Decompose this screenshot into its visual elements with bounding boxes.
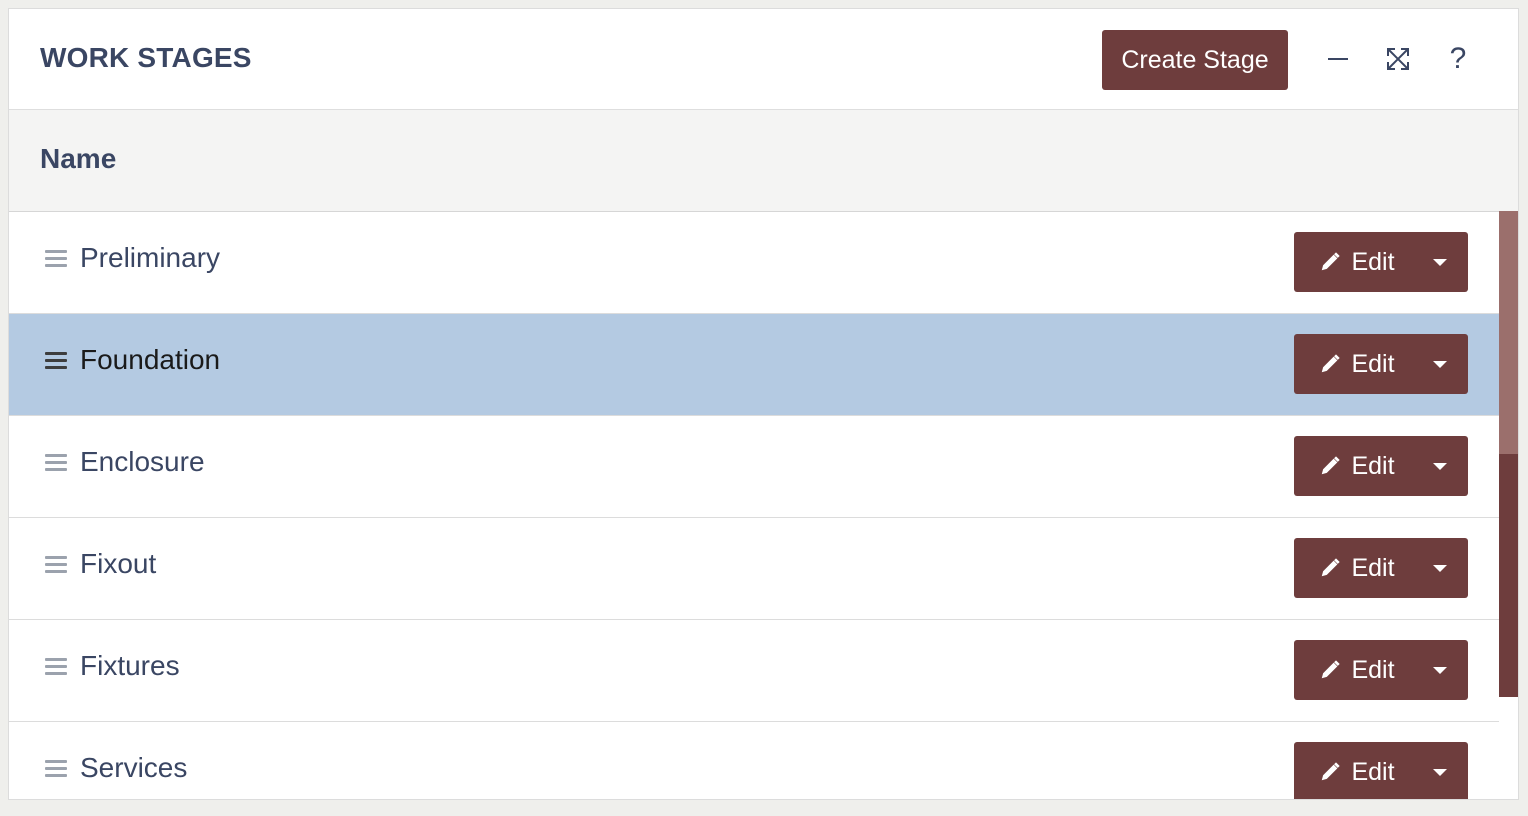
pencil-icon bbox=[1322, 456, 1341, 475]
pencil-icon bbox=[1322, 354, 1341, 373]
edit-button[interactable]: Edit bbox=[1294, 334, 1412, 394]
drag-handle-icon[interactable] bbox=[45, 250, 67, 268]
edit-button-group: Edit bbox=[1294, 232, 1468, 292]
edit-button[interactable]: Edit bbox=[1294, 436, 1412, 496]
column-header-name[interactable]: Name bbox=[40, 143, 116, 175]
table-row[interactable]: Foundation Edit bbox=[9, 314, 1499, 416]
edit-dropdown-toggle[interactable] bbox=[1412, 538, 1468, 598]
stage-list: Preliminary Edit Foundation Edit Enclosu… bbox=[9, 212, 1499, 799]
pencil-icon bbox=[1322, 762, 1341, 781]
table-row[interactable]: Services Edit bbox=[9, 722, 1499, 799]
edit-label: Edit bbox=[1351, 451, 1395, 480]
expand-icon[interactable] bbox=[1378, 39, 1418, 79]
table-header: Name bbox=[9, 110, 1518, 212]
drag-handle-icon[interactable] bbox=[45, 454, 67, 472]
caret-down-icon bbox=[1433, 666, 1447, 674]
stage-name: Fixtures bbox=[80, 650, 180, 681]
edit-dropdown-toggle[interactable] bbox=[1412, 232, 1468, 292]
edit-button[interactable]: Edit bbox=[1294, 640, 1412, 700]
table-row[interactable]: Enclosure Edit bbox=[9, 416, 1499, 518]
table-row[interactable]: Preliminary Edit bbox=[9, 212, 1499, 314]
caret-down-icon bbox=[1433, 258, 1447, 266]
stage-name: Services bbox=[80, 752, 188, 783]
drag-handle-icon[interactable] bbox=[45, 658, 67, 676]
pencil-icon bbox=[1322, 252, 1341, 271]
edit-button-group: Edit bbox=[1294, 436, 1468, 496]
caret-down-icon bbox=[1433, 564, 1447, 572]
caret-down-icon bbox=[1433, 360, 1447, 368]
edit-button-group: Edit bbox=[1294, 538, 1468, 598]
caret-down-icon bbox=[1433, 768, 1447, 776]
edit-label: Edit bbox=[1351, 655, 1395, 684]
edit-button[interactable]: Edit bbox=[1294, 538, 1412, 598]
edit-dropdown-toggle[interactable] bbox=[1412, 742, 1468, 799]
edit-button[interactable]: Edit bbox=[1294, 742, 1412, 799]
scrollbar-thumb[interactable] bbox=[1499, 211, 1518, 454]
help-icon[interactable]: ? bbox=[1438, 39, 1478, 79]
edit-dropdown-toggle[interactable] bbox=[1412, 436, 1468, 496]
edit-label: Edit bbox=[1351, 757, 1395, 786]
work-stages-panel: WORK STAGES Create Stage ? Name Prelimin… bbox=[8, 8, 1519, 800]
table-row[interactable]: Fixtures Edit bbox=[9, 620, 1499, 722]
edit-button-group: Edit bbox=[1294, 640, 1468, 700]
panel-header: WORK STAGES Create Stage ? bbox=[9, 9, 1518, 110]
edit-label: Edit bbox=[1351, 349, 1395, 378]
pencil-icon bbox=[1322, 558, 1341, 577]
drag-handle-icon[interactable] bbox=[45, 760, 67, 778]
stage-name: Fixout bbox=[80, 548, 157, 579]
drag-handle-icon[interactable] bbox=[45, 556, 67, 574]
edit-button-group: Edit bbox=[1294, 742, 1468, 799]
drag-handle-icon[interactable] bbox=[45, 352, 67, 370]
edit-dropdown-toggle[interactable] bbox=[1412, 640, 1468, 700]
panel-title: WORK STAGES bbox=[40, 42, 252, 73]
stage-name: Enclosure bbox=[80, 446, 205, 477]
table-row[interactable]: Fixout Edit bbox=[9, 518, 1499, 620]
edit-label: Edit bbox=[1351, 247, 1395, 276]
edit-label: Edit bbox=[1351, 553, 1395, 582]
stage-name: Preliminary bbox=[80, 242, 221, 273]
edit-dropdown-toggle[interactable] bbox=[1412, 334, 1468, 394]
caret-down-icon bbox=[1433, 462, 1447, 470]
edit-button[interactable]: Edit bbox=[1294, 232, 1412, 292]
stage-name: Foundation bbox=[80, 344, 221, 375]
pencil-icon bbox=[1322, 660, 1341, 679]
minimize-icon[interactable] bbox=[1318, 39, 1358, 79]
create-stage-button[interactable]: Create Stage bbox=[1102, 30, 1288, 90]
edit-button-group: Edit bbox=[1294, 334, 1468, 394]
